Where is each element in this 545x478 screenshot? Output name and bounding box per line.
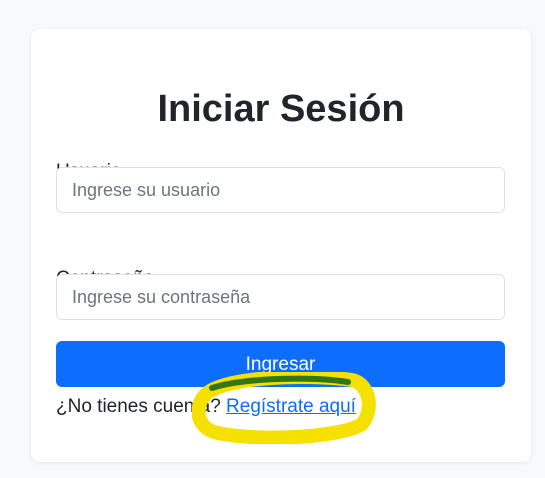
username-input[interactable] [56, 167, 505, 213]
page-title: Iniciar Sesión [157, 88, 405, 130]
login-card: Iniciar Sesión Usuario Contraseña Ingres… [31, 29, 531, 462]
register-link[interactable]: Regístrate aquí [226, 396, 356, 417]
password-input[interactable] [56, 274, 505, 320]
login-button[interactable]: Ingresar [56, 341, 505, 387]
register-prompt-row: ¿No tienes cuenta? Regístrate aquí [56, 395, 356, 419]
page: Iniciar Sesión Usuario Contraseña Ingres… [0, 0, 545, 478]
register-prompt-text: ¿No tienes cuenta? [56, 396, 221, 417]
